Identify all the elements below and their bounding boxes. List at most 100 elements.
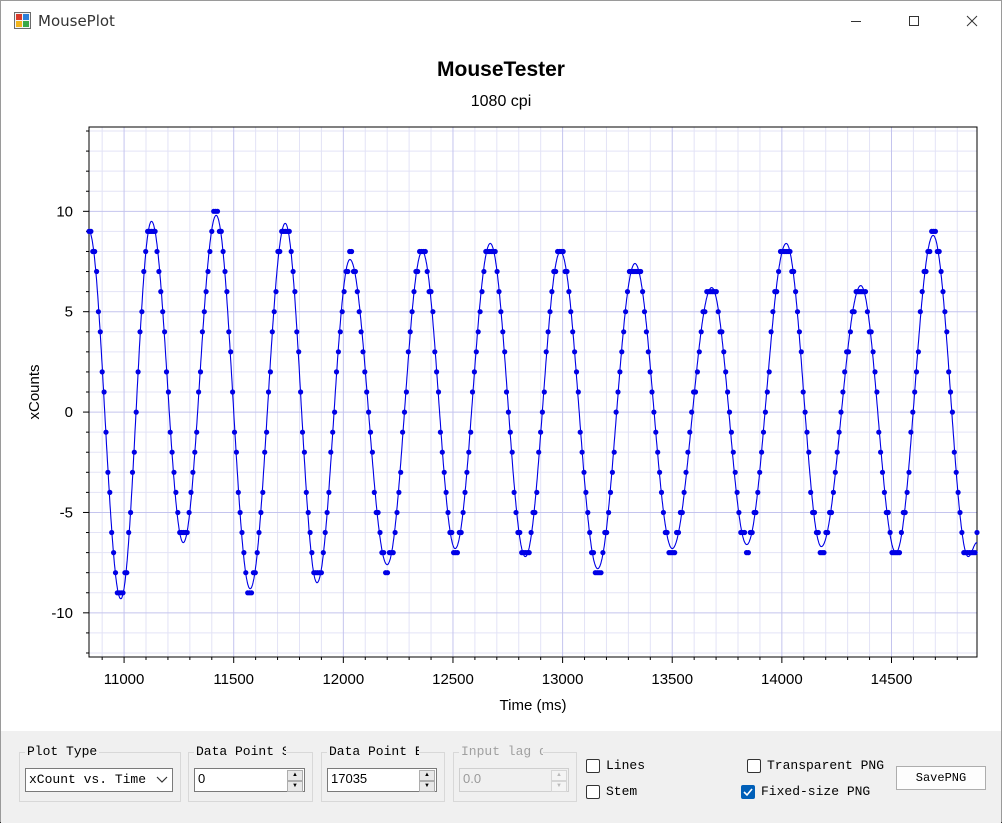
data-point xyxy=(944,329,950,335)
data-point xyxy=(672,550,678,556)
data-point xyxy=(804,429,810,435)
data-point xyxy=(390,550,396,556)
data-point xyxy=(500,329,506,335)
spin-up-icon[interactable]: ▲ xyxy=(551,770,567,781)
data-point xyxy=(101,389,107,395)
x-tick-label: 13500 xyxy=(651,671,693,688)
stem-checkbox[interactable] xyxy=(586,785,600,799)
data-point xyxy=(564,268,570,275)
data-point xyxy=(160,309,166,315)
data-point xyxy=(878,449,884,455)
lines-label[interactable]: Lines xyxy=(606,758,645,773)
data-point xyxy=(218,228,224,234)
data-point xyxy=(694,369,701,375)
data-point xyxy=(768,329,774,335)
data-point xyxy=(362,369,368,375)
data-point xyxy=(103,429,109,435)
data-point xyxy=(258,509,264,516)
data-point xyxy=(430,309,436,315)
data-point xyxy=(473,349,479,355)
data-point xyxy=(876,429,882,435)
data-point xyxy=(322,529,328,536)
spin-up-icon[interactable]: ▲ xyxy=(419,770,435,781)
data-point-end-input[interactable]: 17035 ▲ ▼ xyxy=(327,768,437,792)
title-bar[interactable]: MousePlot xyxy=(1,1,1001,41)
data-point xyxy=(683,469,689,475)
data-point xyxy=(776,268,782,275)
data-point xyxy=(951,449,957,455)
data-point xyxy=(445,509,451,516)
data-point xyxy=(220,248,226,255)
spin-down-icon[interactable]: ▼ xyxy=(551,781,567,792)
data-point xyxy=(942,309,948,315)
data-point-start-input[interactable]: 0 ▲ ▼ xyxy=(194,768,305,792)
data-point xyxy=(175,509,181,516)
fixed-size-png-checkbox[interactable] xyxy=(741,785,755,799)
data-point xyxy=(498,309,504,315)
spin-up-icon[interactable]: ▲ xyxy=(287,770,303,781)
data-point xyxy=(129,469,136,475)
data-point xyxy=(972,550,978,556)
data-point xyxy=(358,329,364,335)
data-point xyxy=(759,449,765,455)
data-point xyxy=(936,248,942,255)
minimize-button[interactable] xyxy=(833,1,879,41)
x-tick-label: 14500 xyxy=(871,671,913,688)
data-point xyxy=(774,289,780,295)
data-point xyxy=(152,228,158,234)
data-point xyxy=(298,389,304,395)
spin-down-icon[interactable]: ▼ xyxy=(419,781,435,792)
data-point xyxy=(547,309,553,315)
data-point xyxy=(825,529,831,536)
data-point-start-spinner[interactable]: ▲ ▼ xyxy=(287,770,303,792)
checkmark-icon xyxy=(743,788,753,797)
input-lag-input[interactable]: 0.0 ▲ ▼ xyxy=(459,768,569,792)
data-point xyxy=(611,449,617,455)
data-point xyxy=(513,509,519,516)
x-tick-label: 12500 xyxy=(432,671,474,688)
data-point xyxy=(139,309,145,315)
data-point xyxy=(201,309,207,315)
data-point xyxy=(401,409,408,415)
data-point xyxy=(303,489,309,495)
data-point xyxy=(570,329,576,335)
data-point xyxy=(658,489,665,495)
data-point xyxy=(307,529,313,536)
data-point-end-spinner[interactable]: ▲ ▼ xyxy=(419,770,435,792)
maximize-button[interactable] xyxy=(891,1,937,41)
data-point xyxy=(947,389,954,395)
data-point xyxy=(543,349,549,355)
spin-down-icon[interactable]: ▼ xyxy=(287,781,303,792)
data-point xyxy=(92,248,98,255)
lines-checkbox[interactable] xyxy=(586,759,600,773)
data-point xyxy=(568,309,574,315)
data-point xyxy=(679,509,685,516)
data-point xyxy=(560,248,566,255)
data-point xyxy=(687,429,693,435)
data-point xyxy=(405,349,411,355)
transparent-png-checkbox[interactable] xyxy=(747,759,761,773)
data-point xyxy=(199,329,205,335)
save-png-button[interactable]: SavePNG xyxy=(896,766,986,790)
data-point xyxy=(624,289,631,295)
close-button[interactable] xyxy=(949,1,995,41)
input-lag-spinner[interactable]: ▲ ▼ xyxy=(551,770,567,792)
data-point xyxy=(349,248,355,255)
data-point xyxy=(428,289,434,295)
plot-area: MouseTester 1080 cpi 11000 11500 12000 12500 1… xyxy=(1,41,1001,731)
plot-type-select[interactable]: xCount vs. Time xyxy=(25,768,173,792)
data-point xyxy=(364,389,370,395)
data-point xyxy=(109,529,115,536)
data-point xyxy=(545,329,551,335)
data-point xyxy=(762,409,769,415)
stem-label[interactable]: Stem xyxy=(606,784,637,799)
data-point xyxy=(184,529,190,536)
data-point xyxy=(653,429,659,435)
data-point xyxy=(532,509,538,516)
data-point xyxy=(587,529,593,536)
fixed-size-png-label[interactable]: Fixed-size PNG xyxy=(761,784,870,799)
data-point xyxy=(536,449,542,455)
data-point xyxy=(539,409,546,415)
transparent-png-label[interactable]: Transparent PNG xyxy=(767,758,884,773)
data-point xyxy=(464,469,470,475)
